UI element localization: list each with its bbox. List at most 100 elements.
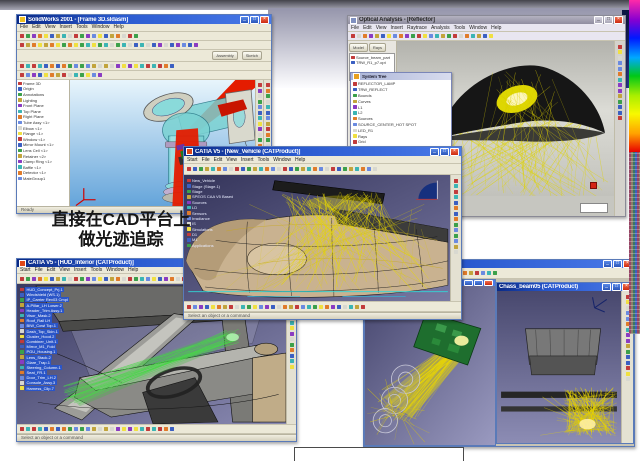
menu-item[interactable]: Tools <box>258 157 270 163</box>
assembly-mode-button[interactable]: Assembly <box>212 51 237 60</box>
menu-item[interactable]: Help <box>295 157 305 163</box>
optics-toolbar[interactable] <box>348 32 625 41</box>
interior-bottom-toolbar[interactable] <box>17 424 296 434</box>
menu-item[interactable]: File <box>20 24 28 30</box>
optics-app-icon <box>350 17 357 24</box>
vehicle-title-bar[interactable]: CATIA V5 - [New_Vehicle (CATProduct)] _□… <box>184 147 461 156</box>
solidworks-feature-tree[interactable]: Frame 3DOriginAnnotationsLightingFront P… <box>17 80 70 207</box>
interior-status-bar: Select an object or a command <box>17 434 296 441</box>
menu-item[interactable]: Help <box>491 25 501 31</box>
feature-icon <box>18 137 22 141</box>
optics-title: Optical Analysis - [Reflector] <box>359 17 592 23</box>
menu-item[interactable]: Edit <box>47 267 56 273</box>
menu-item[interactable]: Tools <box>76 24 88 30</box>
menu-item[interactable]: Window <box>273 157 291 163</box>
solidworks-toolbar-sketch[interactable] <box>17 71 271 80</box>
catia-app-icon <box>19 260 26 267</box>
vehicle-status-bar: Select an object or a command <box>184 312 461 319</box>
slide: SolidWorks 2001 - [Frame 3D.sldasm] _□× … <box>0 0 640 461</box>
menu-item[interactable]: Start <box>20 267 31 273</box>
close-button[interactable]: × <box>614 16 623 24</box>
interior-spec-tree[interactable]: HUD_Concept_Prj.1Windshield (WS.1)IP_Car… <box>20 287 69 391</box>
menu-item[interactable]: Help <box>128 267 138 273</box>
solidworks-toolbar-assembly[interactable] <box>17 62 271 71</box>
feature-icon <box>18 82 22 86</box>
menu-item[interactable]: Window <box>469 25 487 31</box>
menu-item[interactable]: Analysis <box>431 25 450 31</box>
menu-item[interactable]: File <box>35 267 43 273</box>
list-item[interactable]: TRW_R1_p7.opt <box>351 60 393 65</box>
beam-bright-end <box>226 333 239 341</box>
palette-icon <box>353 73 360 80</box>
sketch-mode-button[interactable]: Sketch <box>242 51 262 60</box>
menu-item[interactable]: File <box>202 157 210 163</box>
tree-item[interactable]: MateGroup1 <box>18 176 68 182</box>
solidworks-menu-bar: File Edit ViewInsert Tools WindowHelp <box>17 24 271 32</box>
vehicle-toolbar[interactable] <box>184 164 461 175</box>
window-catia-vehicle: CATIA V5 - [New_Vehicle (CATProduct)] _□… <box>183 146 462 320</box>
vehicle-viewport[interactable]: New_VehicleStage (Stage.1)StageSPEOS CAA… <box>184 175 450 301</box>
optics-right-scrollbar[interactable] <box>614 41 625 216</box>
menu-item[interactable]: View <box>59 267 70 273</box>
feature-icon <box>18 149 22 153</box>
menu-item[interactable]: Edit <box>214 157 223 163</box>
maximize-button[interactable]: □ <box>612 283 621 291</box>
marker-icon[interactable] <box>590 182 597 189</box>
catia-app-icon <box>186 148 193 155</box>
menu-item[interactable]: View <box>226 157 237 163</box>
minimize-button[interactable]: _ <box>603 260 612 268</box>
vehicle-right-toolbar[interactable] <box>450 175 461 301</box>
maximize-button[interactable]: □ <box>250 16 259 24</box>
tree-item[interactable]: Harness_Clip.7 <box>20 386 69 391</box>
menu-item[interactable]: Raytrace <box>407 25 427 31</box>
lamp-child-title-bar[interactable]: Chass_beam05 (CATProduct) _□× <box>497 283 633 291</box>
menu-item[interactable]: Window <box>92 24 110 30</box>
close-button[interactable]: × <box>450 148 459 156</box>
maximize-button[interactable]: □ <box>440 148 449 156</box>
maximize-button[interactable]: □ <box>604 16 613 24</box>
optics-title-bar[interactable]: Optical Analysis - [Reflector] _□× <box>348 16 625 24</box>
solidworks-toolbar-mode[interactable]: Assembly Sketch <box>17 50 271 62</box>
tab-rays[interactable]: Rays <box>369 43 386 52</box>
close-button[interactable]: × <box>260 16 269 24</box>
palette-title-bar[interactable]: System Tree <box>351 73 451 80</box>
menu-item[interactable]: Edit <box>32 24 41 30</box>
menu-item[interactable]: Help <box>113 24 123 30</box>
minimize-button[interactable]: _ <box>430 148 439 156</box>
solidworks-toolbar-standard[interactable] <box>17 32 271 41</box>
menu-item[interactable]: Start <box>187 157 198 163</box>
tab-model[interactable]: Model <box>349 43 368 52</box>
menu-item[interactable]: View <box>45 24 56 30</box>
minimize-button[interactable]: _ <box>240 16 249 24</box>
menu-item[interactable]: View <box>376 25 387 31</box>
feature-icon <box>18 160 22 164</box>
menu-item[interactable]: Window <box>106 267 124 273</box>
menu-item[interactable]: Edit <box>363 25 372 31</box>
menu-item[interactable]: Insert <box>59 24 72 30</box>
feature-icon <box>18 115 22 119</box>
maximize-button[interactable]: □ <box>613 260 622 268</box>
menu-item[interactable]: Insert <box>74 267 87 273</box>
feature-icon <box>18 126 22 130</box>
tree-item[interactable]: SPEOS CAA V5 Based <box>187 194 233 199</box>
lamp-viewport[interactable] <box>497 291 621 443</box>
menu-item[interactable]: Tools <box>454 25 466 31</box>
beam-glow <box>454 336 468 346</box>
solidworks-app-icon <box>19 16 26 23</box>
solidworks-title-bar[interactable]: SolidWorks 2001 - [Frame 3D.sldasm] _□× <box>17 15 271 24</box>
minimize-button[interactable]: _ <box>602 283 611 291</box>
vehicle-bottom-toolbar[interactable] <box>184 301 461 312</box>
caption-line-2: 做光迹追踪 <box>28 230 214 250</box>
child-window-lamp-beam: Chass_beam05 (CATProduct) _□× <box>496 282 634 444</box>
menu-item[interactable]: File <box>351 25 359 31</box>
ray-burst-core <box>579 419 595 429</box>
menu-item[interactable]: Insert <box>241 157 254 163</box>
command-input[interactable] <box>580 203 608 213</box>
feature-icon <box>18 143 22 147</box>
minimize-button[interactable]: _ <box>594 16 603 24</box>
palette-title: System Tree <box>362 74 449 79</box>
solidworks-toolbar-view[interactable] <box>17 41 271 50</box>
feature-icon <box>18 121 22 125</box>
menu-item[interactable]: Tools <box>91 267 103 273</box>
menu-item[interactable]: Insert <box>390 25 403 31</box>
